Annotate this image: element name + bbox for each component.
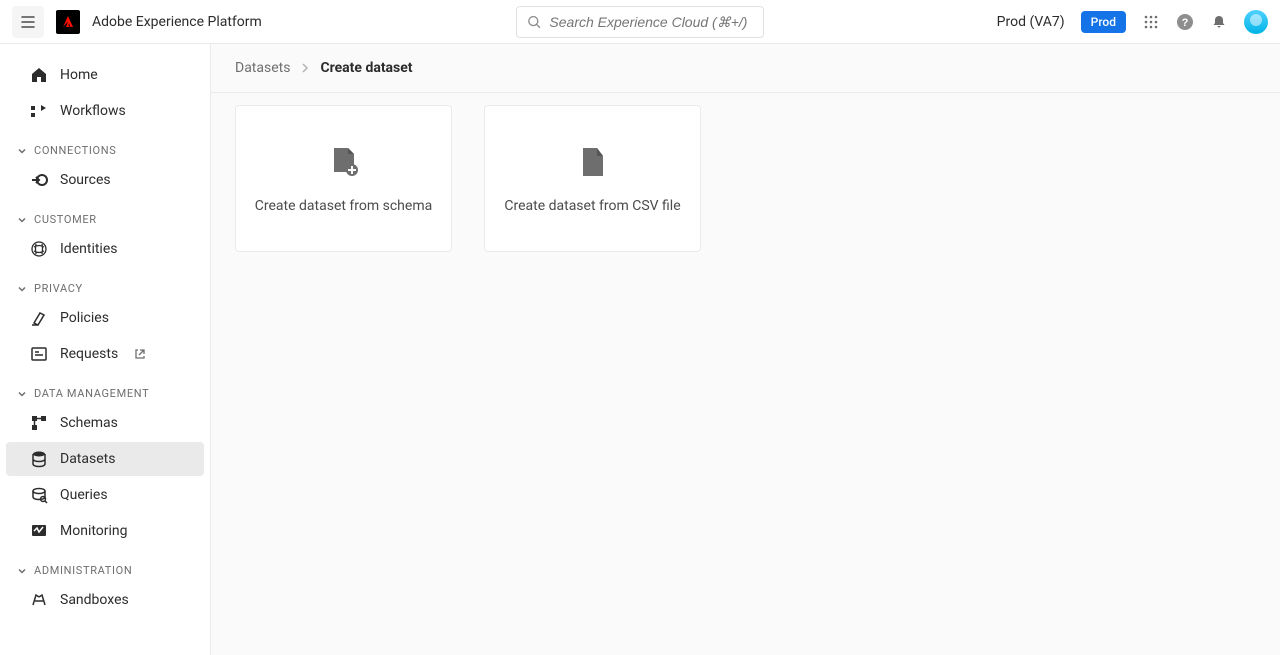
sidebar-item-monitoring[interactable]: Monitoring [6,514,204,548]
search-box[interactable] [516,6,764,38]
sidebar-item-label: Home [60,67,98,83]
adobe-logo [56,10,80,34]
sidebar-item-label: Sandboxes [60,592,129,608]
chevron-right-icon [300,63,310,73]
sidebar-item-workflows[interactable]: Workflows [6,94,204,128]
sidebar-section-connections[interactable]: CONNECTIONS [0,130,210,163]
sidebar-section-label: PRIVACY [34,282,83,295]
sidebar-section-privacy[interactable]: PRIVACY [0,268,210,301]
chevron-down-icon [16,145,28,157]
sidebar: Home Workflows CONNECTIONS Sources CUSTO… [0,44,211,655]
app-title: Adobe Experience Platform [92,14,262,30]
sidebar-item-sandboxes[interactable]: Sandboxes [6,583,204,617]
top-right-controls: Prod (VA7) Prod ? [997,10,1268,34]
sidebar-item-label: Requests [60,346,118,362]
sidebar-section-label: DATA MANAGEMENT [34,387,149,400]
hamburger-icon [20,14,36,30]
sidebar-section-label: CONNECTIONS [34,144,116,157]
sidebar-item-identities[interactable]: Identities [6,232,204,266]
user-avatar[interactable] [1244,10,1268,34]
sidebar-item-sources[interactable]: Sources [6,163,204,197]
chevron-down-icon [16,565,28,577]
monitoring-icon [30,522,48,540]
sidebar-item-label: Queries [60,487,108,503]
workflows-icon [30,102,48,120]
card-grid: Create dataset from schema Create datase… [211,93,1280,264]
chevron-down-icon [16,214,28,226]
breadcrumb: Datasets Create dataset [211,44,1280,93]
sidebar-item-label: Workflows [60,103,126,119]
create-from-csv-card[interactable]: Create dataset from CSV file [484,105,701,252]
policies-icon [30,309,48,327]
datasets-icon [30,450,48,468]
sidebar-item-policies[interactable]: Policies [6,301,204,335]
hamburger-button[interactable] [12,6,44,38]
environment-label: Prod (VA7) [997,14,1065,30]
sidebar-item-label: Monitoring [60,523,128,539]
prod-badge[interactable]: Prod [1081,11,1126,33]
schemas-icon [30,414,48,432]
main-content: Datasets Create dataset Create dataset f… [211,44,1280,655]
help-icon[interactable]: ? [1176,13,1194,31]
requests-icon [30,345,48,363]
sidebar-section-data-management[interactable]: DATA MANAGEMENT [0,373,210,406]
search-input[interactable] [549,14,753,30]
sources-icon [30,171,48,189]
sidebar-item-datasets[interactable]: Datasets [6,442,204,476]
breadcrumb-root[interactable]: Datasets [235,60,290,76]
chevron-down-icon [16,388,28,400]
notifications-icon[interactable] [1210,13,1228,31]
external-link-icon [134,348,146,360]
file-icon [575,144,611,180]
adobe-logo-icon [60,14,76,30]
sidebar-item-home[interactable]: Home [6,58,204,92]
sidebar-item-label: Identities [60,241,117,257]
search-icon [527,14,541,30]
breadcrumb-current: Create dataset [320,60,412,76]
sidebar-item-label: Datasets [60,451,115,467]
home-icon [30,66,48,84]
sidebar-section-label: CUSTOMER [34,213,97,226]
sidebar-item-queries[interactable]: Queries [6,478,204,512]
chevron-down-icon [16,283,28,295]
sidebar-item-label: Schemas [60,415,118,431]
svg-text:?: ? [1182,17,1189,29]
create-from-schema-card[interactable]: Create dataset from schema [235,105,452,252]
identities-icon [30,240,48,258]
apps-icon[interactable] [1142,13,1160,31]
sidebar-section-administration[interactable]: ADMINISTRATION [0,550,210,583]
queries-icon [30,486,48,504]
sidebar-item-label: Sources [60,172,111,188]
sidebar-item-requests[interactable]: Requests [6,337,204,371]
sidebar-section-label: ADMINISTRATION [34,564,132,577]
sandboxes-icon [30,591,48,609]
sidebar-item-label: Policies [60,310,109,326]
sidebar-section-customer[interactable]: CUSTOMER [0,199,210,232]
top-bar: Adobe Experience Platform Prod (VA7) Pro… [0,0,1280,44]
schema-file-icon [326,144,362,180]
card-label: Create dataset from schema [255,198,432,214]
card-label: Create dataset from CSV file [504,198,680,214]
sidebar-item-schemas[interactable]: Schemas [6,406,204,440]
